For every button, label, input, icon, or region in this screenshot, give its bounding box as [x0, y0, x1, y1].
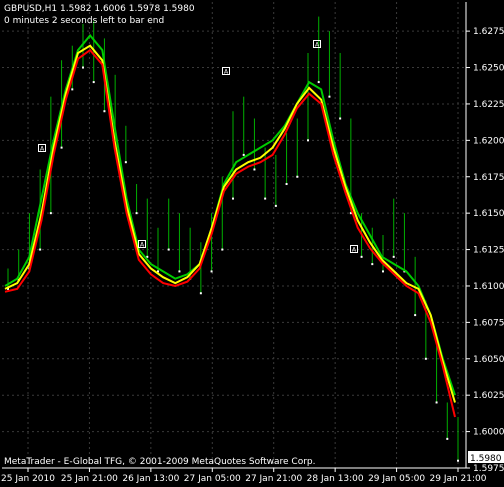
current-price-label: 1.5980	[468, 451, 504, 464]
y-tick-label: 1.6250	[473, 64, 504, 74]
close-dot	[285, 183, 288, 186]
close-dot	[92, 81, 95, 84]
close-dot	[414, 314, 417, 317]
close-dot	[264, 197, 267, 200]
close-dot	[317, 81, 320, 84]
x-tick-label: 29 Jan 05:00	[368, 474, 425, 484]
close-dot	[328, 95, 331, 98]
y-tick-label: 1.6150	[473, 209, 504, 219]
y-tick-label: 1.5975	[473, 464, 504, 474]
y-tick-label: 1.6175	[473, 173, 504, 183]
x-tick-label: 28 Jan 13:00	[307, 474, 364, 484]
close-dot	[307, 139, 309, 142]
close-dot	[178, 270, 181, 273]
close-dot	[71, 88, 74, 91]
close-dot	[82, 66, 84, 69]
plot-background	[0, 0, 504, 487]
close-dot	[457, 459, 459, 462]
y-tick-label: 1.6200	[473, 136, 504, 146]
close-dot	[274, 204, 277, 207]
close-dot	[360, 255, 363, 258]
close-dot	[60, 146, 63, 149]
symbol-header: GBPUSD,H1 1.5982 1.6006 1.5978 1.5980	[4, 4, 195, 14]
x-tick-label: 26 Jan 13:00	[122, 474, 179, 484]
x-tick-label: 29 Jan 21:00	[430, 474, 487, 484]
y-tick-label: 1.6100	[473, 282, 504, 292]
close-dot	[221, 248, 224, 251]
price-chart[interactable]: AAAAA 1.62751.62501.62251.62001.61751.61…	[0, 0, 504, 487]
close-dot	[435, 401, 438, 404]
y-tick-label: 1.6075	[473, 318, 504, 328]
close-dot	[210, 270, 213, 273]
close-dot	[382, 270, 384, 273]
copyright-footer: MetaTrader - E-Global TFG, © 2001-2009 M…	[4, 457, 316, 467]
bar-timer: 0 minutes 2 seconds left to bar end	[4, 16, 164, 26]
y-tick-label: 1.6025	[473, 391, 504, 401]
close-dot	[392, 255, 395, 258]
y-tick-label: 1.6275	[473, 27, 504, 37]
close-dot	[135, 212, 138, 215]
x-tick-label: 27 Jan 21:00	[245, 474, 302, 484]
close-dot	[103, 110, 106, 113]
x-tick-label: 27 Jan 05:00	[184, 474, 241, 484]
close-dot	[167, 248, 170, 251]
close-dot	[124, 161, 127, 164]
x-tick-label: 25 Jan 21:00	[61, 474, 118, 484]
close-dot	[232, 197, 234, 200]
x-tick-label: 25 Jan 2010	[1, 474, 55, 484]
close-dot	[296, 175, 299, 178]
y-tick-label: 1.6225	[473, 100, 504, 110]
close-dot	[49, 212, 52, 215]
close-dot	[446, 437, 449, 440]
y-tick-label: 1.6000	[473, 428, 504, 438]
close-dot	[199, 292, 202, 295]
close-dot	[253, 168, 256, 171]
close-dot	[242, 153, 245, 156]
close-dot	[39, 248, 42, 251]
close-dot	[339, 117, 342, 120]
close-dot	[371, 263, 374, 266]
y-tick-label: 1.6125	[473, 246, 504, 256]
close-dot	[424, 357, 427, 360]
y-tick-label: 1.6050	[473, 355, 504, 365]
svg-text:1.5980: 1.5980	[470, 454, 502, 464]
